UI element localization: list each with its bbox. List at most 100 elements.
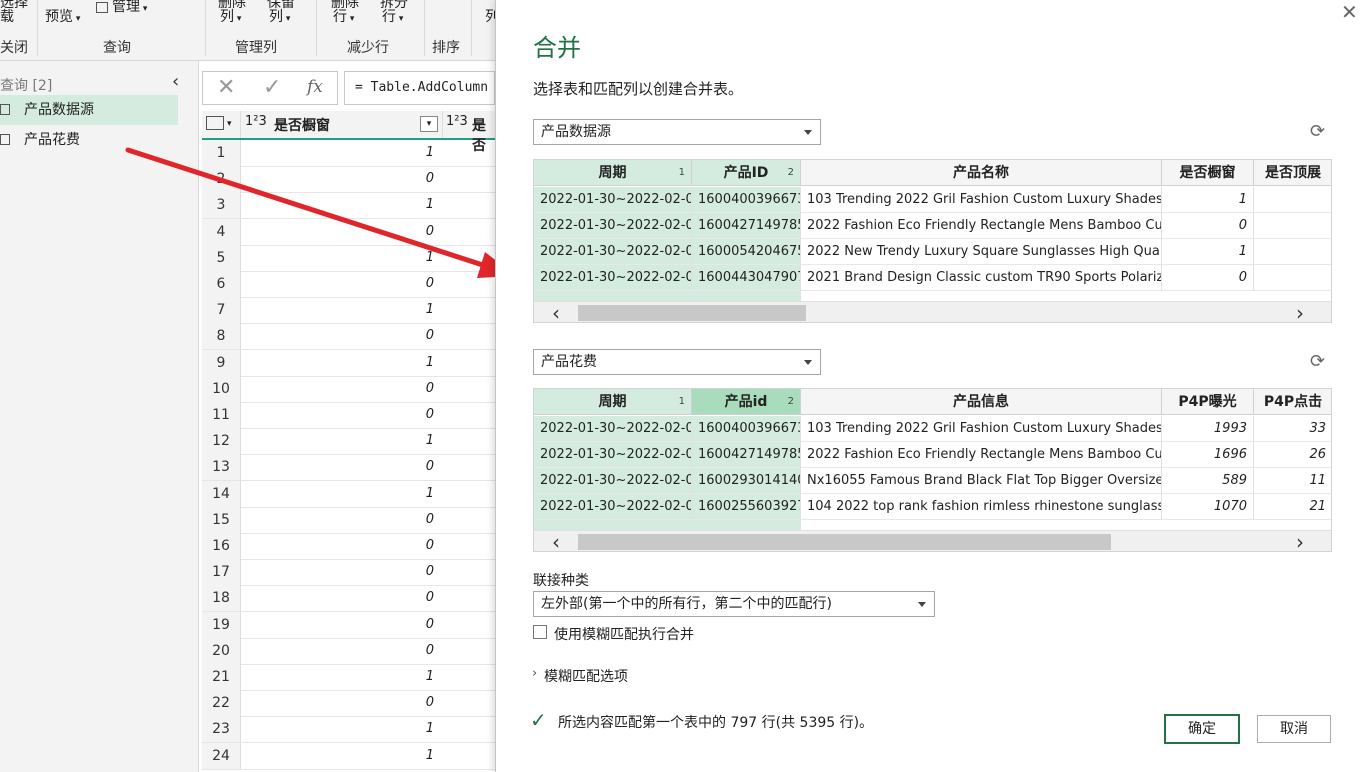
preview-button[interactable]: 预览 ▾ [45,6,80,26]
row-number[interactable]: 17 [202,559,241,585]
table-cell[interactable]: 0 [1162,265,1254,291]
row-number[interactable]: 7 [202,297,241,323]
chevron-right-icon[interactable]: › [532,666,537,681]
table-cell[interactable]: 2021 Brand Design Classic custom TR90 Sp… [801,265,1162,291]
table-cell[interactable] [1254,187,1331,213]
chevron-right-icon[interactable]: › [1296,303,1304,322]
cell-value[interactable]: 0 [242,376,438,402]
row-number[interactable]: 21 [202,664,241,690]
chevron-left-icon[interactable]: ‹ [172,71,179,92]
chevron-left-icon[interactable]: ‹ [552,303,560,322]
row-number[interactable]: 9 [202,350,241,376]
chevron-right-icon[interactable]: › [1296,532,1304,551]
table-cell[interactable]: 1696 [1162,442,1254,468]
scrollbar-thumb[interactable] [578,305,806,321]
check-icon[interactable]: ✓ [263,75,281,100]
column-filter-button[interactable]: ▾ [420,116,438,132]
table-cell[interactable]: 2022 Fashion Eco Friendly Rectangle Mens… [801,442,1162,468]
table-cell[interactable]: 104 2022 top rank fashion rimless rhines… [801,494,1162,520]
column-header[interactable]: 是否顶展 [1254,160,1331,186]
table-cell[interactable]: 2022-01-30~2022-02-05 [534,416,692,442]
table-cell[interactable]: 1600400396673 [692,416,801,442]
column-header[interactable]: 产品信息 [801,389,1162,415]
close-icon[interactable]: ✕ [1341,0,1358,24]
row-number[interactable]: 19 [202,612,241,638]
column-header-label[interactable]: 是否橱窗 [274,115,330,135]
table-cell[interactable]: 26 [1254,442,1331,468]
row-number[interactable]: 8 [202,323,241,349]
column-header[interactable]: 周期 1 [534,160,692,186]
remove-rows-button[interactable]: 行 ▾ [382,6,403,26]
column-header[interactable]: 产品名称 [801,160,1162,186]
table-cell[interactable]: 2022-01-30~2022-02-05 [534,265,692,291]
table-cell[interactable]: 1 [1162,187,1254,213]
join-kind-select[interactable]: 左外部(第一个中的所有行，第二个中的匹配行) [533,591,935,617]
fuzzy-options-toggle[interactable]: 模糊匹配选项 [544,666,628,686]
formula-input[interactable]: = Table.AddColumn [344,71,495,105]
row-number[interactable]: 20 [202,638,241,664]
column-header[interactable]: 周期 1 [534,389,692,415]
table-cell[interactable]: 11 [1254,468,1331,494]
row-number[interactable]: 12 [202,428,241,454]
ok-button[interactable]: 确定 [1164,714,1240,744]
table1-select[interactable]: 产品数据源 [533,119,821,145]
table-cell[interactable]: 2022-01-30~2022-02-05 [534,468,692,494]
row-number[interactable]: 16 [202,533,241,559]
table-cell[interactable]: 2022-01-30~2022-02-05 [534,442,692,468]
cell-value[interactable]: 0 [242,612,438,638]
table-cell[interactable]: 1600400396673 [692,187,801,213]
table-cell[interactable]: 589 [1162,468,1254,494]
cell-value[interactable]: 1 [242,664,438,690]
keep-rows-button[interactable]: 行 ▾ [333,6,354,26]
cell-value[interactable]: 0 [242,454,438,480]
table-cell[interactable]: 1600293014140 [692,468,801,494]
cell-value[interactable]: 0 [242,690,438,716]
table2-select[interactable]: 产品花费 [533,349,821,375]
table-cell[interactable]: 1993 [1162,416,1254,442]
column-header[interactable]: P4P点击 [1254,389,1331,415]
table-cell[interactable]: 33 [1254,416,1331,442]
refresh-icon[interactable]: ⟳ [1310,351,1325,372]
chevron-left-icon[interactable]: ‹ [552,532,560,551]
table-cell[interactable]: 1600427149785 [692,213,801,239]
table-cell[interactable]: 21 [1254,494,1331,520]
fuzzy-match-checkbox[interactable] [533,625,547,639]
cell-value[interactable]: 0 [242,638,438,664]
table-cell[interactable]: 103 Trending 2022 Gril Fashion Custom Lu… [801,187,1162,213]
scrollbar-thumb[interactable] [578,534,1111,550]
cell-value[interactable]: 1 [242,297,438,323]
remove-columns-button[interactable]: 列 ▾ [269,6,290,26]
table-menu-icon[interactable] [206,116,224,130]
table-cell[interactable] [1254,265,1331,291]
cell-value[interactable]: 0 [242,402,438,428]
cancel-button[interactable]: 取消 [1257,715,1331,743]
table-cell[interactable]: 2022-01-30~2022-02-05 [534,213,692,239]
number-type-icon[interactable]: 1²3 [245,114,267,129]
refresh-icon[interactable]: ⟳ [1310,121,1325,142]
table-cell[interactable]: 2022-01-30~2022-02-05 [534,187,692,213]
table-cell[interactable]: 1 [1162,239,1254,265]
table-cell[interactable]: 1600255603927 [692,494,801,520]
table-cell[interactable]: 1600443047907 [692,265,801,291]
table-cell[interactable] [1254,239,1331,265]
query-item-product-source[interactable]: 产品数据源 [0,95,178,125]
table-cell[interactable] [1254,213,1331,239]
row-number[interactable]: 23 [202,716,241,742]
row-number[interactable]: 14 [202,481,241,507]
choose-columns-button[interactable]: 列 ▾ [220,6,241,26]
row-number[interactable]: 11 [202,402,241,428]
x-icon[interactable]: ✕ [217,75,235,100]
table-cell[interactable]: 2022 New Trendy Luxury Square Sunglasses… [801,239,1162,265]
table-cell[interactable]: 0 [1162,213,1254,239]
ribbon-partial-load[interactable]: 载 [0,6,14,26]
cell-value[interactable]: 1 [242,743,438,769]
row-number[interactable]: 15 [202,507,241,533]
row-number[interactable]: 22 [202,690,241,716]
cell-value[interactable]: 1 [242,428,438,454]
horizontal-scrollbar[interactable]: ‹ › [534,301,1331,322]
cell-value[interactable]: 1 [242,716,438,742]
cell-value[interactable]: 0 [242,585,438,611]
column-header[interactable]: P4P曝光 [1162,389,1254,415]
row-number[interactable]: 24 [202,743,241,769]
row-number[interactable]: 10 [202,376,241,402]
